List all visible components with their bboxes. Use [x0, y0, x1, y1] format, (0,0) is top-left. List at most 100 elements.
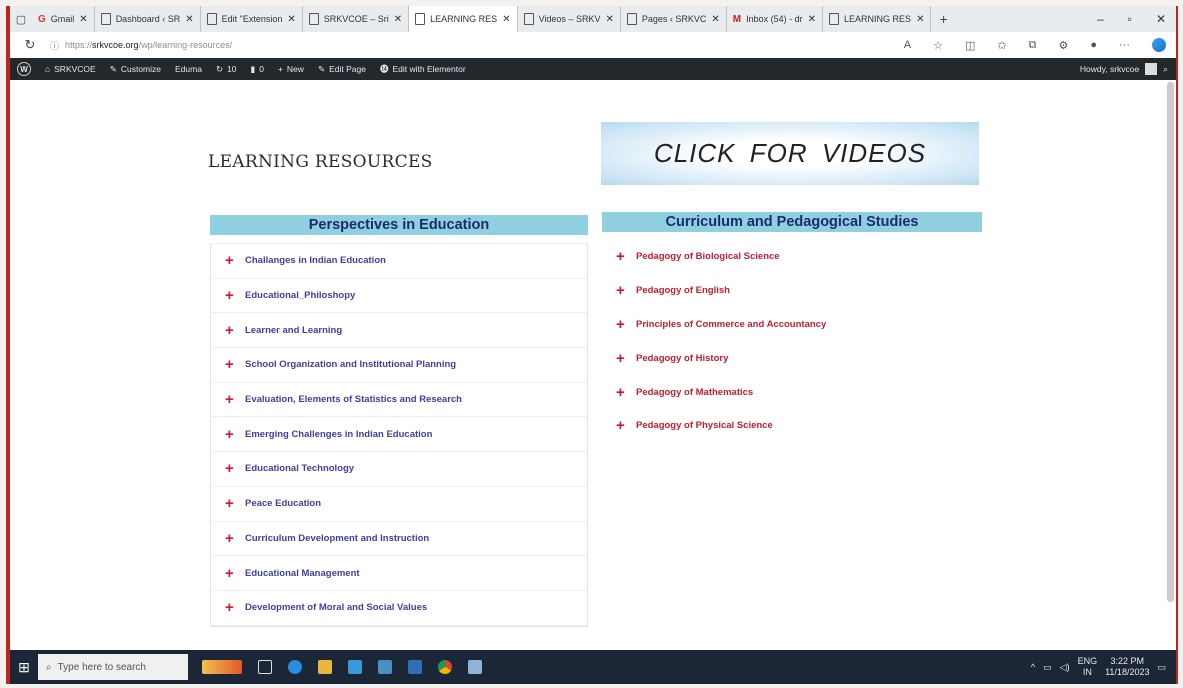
browser-tab[interactable]: Pages ‹ SRKVC ✕ [621, 6, 727, 32]
accordion-item[interactable]: + Pedagogy of Mathematics [602, 375, 982, 409]
close-tab-icon[interactable]: ✕ [185, 14, 193, 25]
accordion-item[interactable]: + Pedagogy of English [602, 274, 982, 308]
expand-plus-icon[interactable]: + [225, 357, 245, 372]
copilot-icon[interactable] [1152, 38, 1166, 52]
expand-plus-icon[interactable]: + [225, 323, 245, 338]
expand-plus-icon[interactable]: + [225, 427, 245, 442]
close-tab-icon[interactable]: ✕ [502, 14, 510, 25]
wp-logo[interactable]: W [10, 62, 38, 76]
browser-tab[interactable]: G Gmail ✕ [32, 6, 95, 32]
url-field[interactable]: https://srkvcoe.org/wp/learning-resource… [65, 40, 232, 50]
close-tab-icon[interactable]: ✕ [916, 14, 924, 25]
expand-plus-icon[interactable]: + [616, 317, 636, 332]
wp-customize-link[interactable]: ✎ Customize [103, 64, 168, 75]
accordion-item[interactable]: + Pedagogy of History [602, 341, 982, 375]
accordion-item[interactable]: + Educational Technology [211, 452, 587, 487]
accordion-item[interactable]: + Peace Education [211, 487, 587, 522]
expand-plus-icon[interactable]: + [616, 249, 636, 264]
favorites-icon[interactable]: ✩ [997, 39, 1006, 52]
close-tab-icon[interactable]: ✕ [711, 14, 719, 25]
close-tab-icon[interactable]: ✕ [808, 14, 816, 25]
expand-plus-icon[interactable]: + [225, 461, 245, 476]
accordion-item[interactable]: + Evaluation, Elements of Statistics and … [211, 383, 587, 418]
expand-plus-icon[interactable]: + [225, 600, 245, 615]
expand-plus-icon[interactable]: + [616, 351, 636, 366]
browser-tab[interactable]: Videos – SRKV ✕ [518, 6, 621, 32]
close-window-icon[interactable]: ✕ [1156, 12, 1166, 26]
avatar[interactable] [1145, 63, 1158, 75]
accordion-item[interactable]: + Challanges in Indian Education [211, 244, 587, 279]
app-icon[interactable] [468, 660, 482, 674]
clock[interactable]: 3:22 PM 11/18/2023 [1105, 656, 1149, 678]
expand-plus-icon[interactable]: + [616, 418, 636, 433]
word-icon[interactable] [408, 660, 422, 674]
extensions-icon[interactable]: ⚙ [1058, 39, 1068, 52]
split-screen-icon[interactable]: ◫ [965, 39, 975, 52]
wp-elementor-link[interactable]: ⓮ Edit with Elementor [373, 63, 473, 75]
wp-edit-page-link[interactable]: ✎ Edit Page [311, 64, 373, 75]
close-tab-icon[interactable]: ✕ [79, 14, 87, 25]
expand-plus-icon[interactable]: + [225, 253, 245, 268]
language-indicator[interactable]: ENG IN [1078, 656, 1098, 678]
howdy-link[interactable]: Howdy, srkvcoe [1080, 64, 1139, 74]
mail-icon[interactable] [378, 660, 392, 674]
task-view-icon[interactable] [258, 660, 272, 674]
accordion-item[interactable]: + Pedagogy of Biological Science [602, 240, 982, 274]
store-icon[interactable] [348, 660, 362, 674]
wp-updates-link[interactable]: ↻ 10 [209, 64, 244, 75]
search-icon[interactable]: ⌕ [1163, 64, 1168, 75]
scrollbar[interactable] [1167, 82, 1174, 602]
browser-tab[interactable]: SRKVCOE – Sri ✕ [303, 6, 410, 32]
more-menu-icon[interactable]: ··· [1119, 39, 1130, 51]
accordion-item[interactable]: + Emerging Challenges in Indian Education [211, 417, 587, 453]
profile-icon[interactable]: ● [1090, 39, 1097, 51]
browser-tab[interactable]: Edit "Extension ✕ [201, 6, 303, 32]
expand-plus-icon[interactable]: + [225, 566, 245, 581]
accordion-item[interactable]: + School Organization and Institutional P… [211, 348, 587, 383]
wp-new-link[interactable]: + New [271, 64, 311, 74]
file-explorer-icon[interactable] [318, 660, 332, 674]
expand-plus-icon[interactable]: + [225, 531, 245, 546]
restore-icon[interactable]: ▫ [1128, 12, 1132, 26]
chevron-up-icon[interactable]: ^ [1031, 662, 1035, 672]
refresh-icon[interactable]: ↻ [10, 37, 50, 53]
wp-theme-link[interactable]: Eduma [168, 64, 209, 74]
browser-tab[interactable]: LEARNING RES ✕ [823, 6, 932, 32]
expand-plus-icon[interactable]: + [225, 288, 245, 303]
read-aloud-icon[interactable]: A [904, 39, 911, 51]
accordion-item[interactable]: + Principles of Commerce and Accountancy [602, 308, 982, 342]
chrome-icon[interactable] [438, 660, 452, 674]
close-tab-icon[interactable]: ✕ [394, 14, 402, 25]
close-tab-icon[interactable]: ✕ [287, 14, 295, 25]
edge-icon[interactable] [288, 660, 302, 674]
notification-icon[interactable]: ▭ [1157, 662, 1166, 673]
volume-icon[interactable]: ◁) [1060, 662, 1070, 673]
expand-plus-icon[interactable]: + [225, 392, 245, 407]
accordion-item[interactable]: + Learner and Learning [211, 313, 587, 349]
accordion-item[interactable]: + Educational_Philoshopy [211, 279, 587, 314]
info-icon[interactable]: ⓘ [50, 39, 59, 52]
accordion-item[interactable]: + Pedagogy of Physical Science [602, 409, 982, 443]
minimize-icon[interactable]: – [1097, 12, 1104, 26]
expand-plus-icon[interactable]: + [616, 283, 636, 298]
accordion-item[interactable]: + Curriculum Development and Instruction [211, 522, 587, 557]
start-button[interactable]: ⊞ [10, 659, 38, 676]
browser-tab[interactable]: M Inbox (54) - dr ✕ [727, 6, 824, 32]
collections-icon[interactable]: ⧉ [1029, 39, 1037, 52]
taskbar-search[interactable]: ⌕ Type here to search [38, 654, 188, 680]
tab-actions-icon[interactable]: ▢ [10, 6, 32, 32]
expand-plus-icon[interactable]: + [225, 496, 245, 511]
wp-comments-link[interactable]: ▮ 0 [244, 64, 271, 75]
new-tab-button[interactable]: + [931, 11, 955, 27]
favorite-star-icon[interactable]: ☆ [933, 39, 943, 52]
network-icon[interactable]: ▭ [1043, 662, 1052, 673]
accordion-item[interactable]: + Educational Management [211, 556, 587, 591]
browser-tab[interactable]: LEARNING RES ✕ [409, 6, 518, 32]
expand-plus-icon[interactable]: + [616, 385, 636, 400]
close-tab-icon[interactable]: ✕ [605, 14, 613, 25]
accordion-item[interactable]: + Development of Moral and Social Values [211, 591, 587, 626]
browser-tab[interactable]: Dashboard ‹ SR ✕ [95, 6, 201, 32]
wp-site-link[interactable]: ⌂ SRKVCOE [38, 64, 103, 74]
search-highlight-icon[interactable] [202, 660, 242, 674]
videos-button[interactable]: CLICK FOR VIDEOS [601, 122, 979, 185]
